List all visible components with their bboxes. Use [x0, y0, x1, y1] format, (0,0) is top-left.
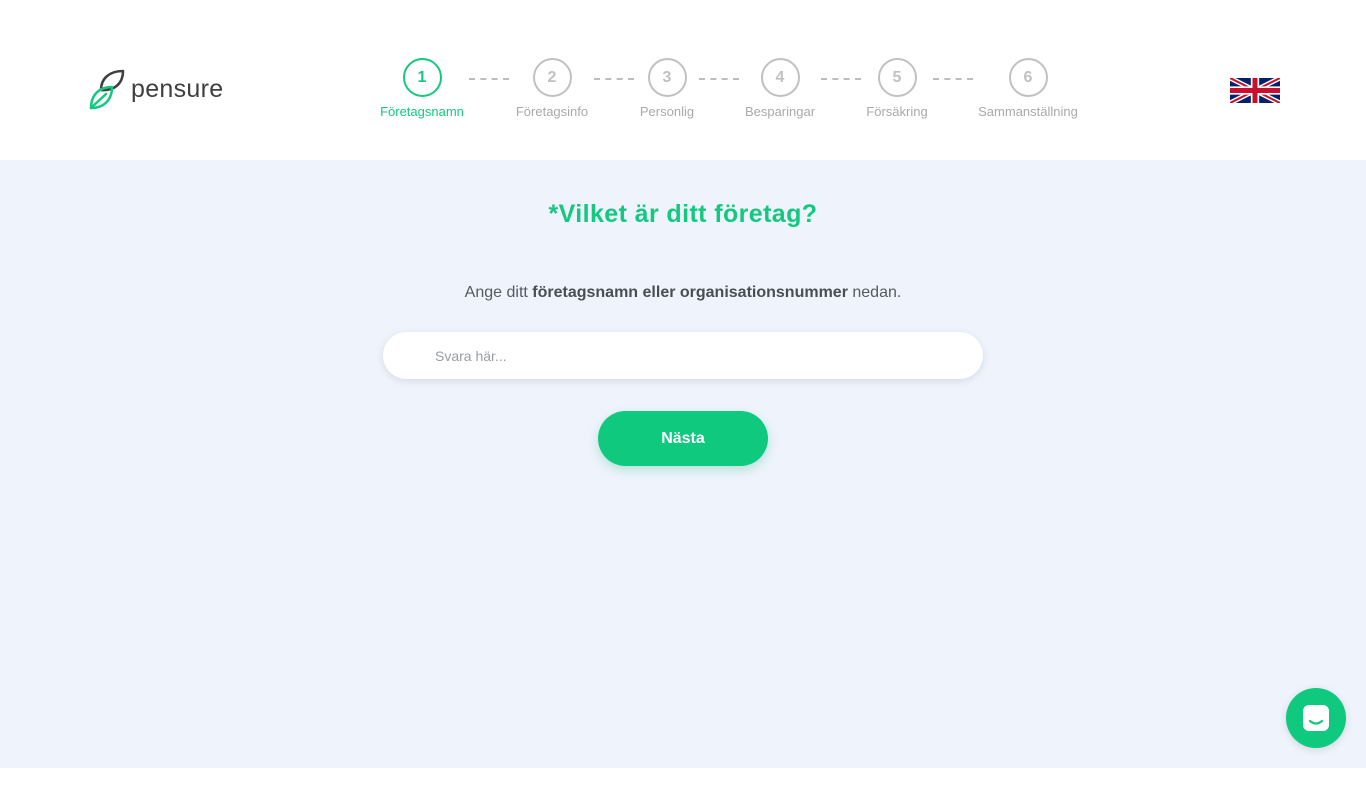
- step-number: 4: [760, 58, 800, 97]
- main-content: *Vilket är ditt företag? Ange ditt föret…: [0, 160, 1366, 768]
- header: pensure 1 Företagsnamn 2 Företagsinfo 3 …: [0, 0, 1366, 160]
- leaf-logo-icon: [89, 69, 125, 110]
- next-button[interactable]: Nästa: [598, 411, 768, 466]
- instruction-post: nedan.: [847, 284, 902, 301]
- brand-name: pensure: [131, 74, 224, 103]
- step-number: 2: [532, 58, 572, 97]
- step-label: Personlig: [639, 104, 695, 119]
- step-label: Besparingar: [744, 104, 816, 119]
- step-number: 6: [1008, 58, 1048, 97]
- step-number: 1: [402, 58, 442, 97]
- step-6-sammanstallning[interactable]: 6 Sammanställning: [958, 58, 1098, 119]
- step-label: Företagsnamn: [380, 104, 464, 119]
- instruction-bold: företagsnamn eller organisationsnummer: [532, 284, 848, 301]
- step-number: 5: [877, 58, 917, 97]
- footer: [0, 768, 1366, 800]
- chat-launcher-button[interactable]: [1286, 688, 1346, 748]
- step-label: Sammanställning: [978, 104, 1078, 119]
- step-5-forsakring[interactable]: 5 Försäkring: [827, 58, 967, 119]
- step-label: Företagsinfo: [515, 104, 589, 119]
- company-search-input[interactable]: [383, 332, 983, 379]
- step-number: 3: [647, 58, 687, 97]
- instruction-text: Ange ditt företagsnamn eller organisatio…: [0, 284, 1366, 302]
- chat-icon: [1303, 705, 1329, 731]
- question-heading: *Vilket är ditt företag?: [548, 200, 818, 228]
- step-1-foretagsnamn[interactable]: 1 Företagsnamn: [352, 58, 492, 119]
- pensure-logo[interactable]: pensure: [88, 68, 223, 110]
- uk-flag-icon[interactable]: [1230, 78, 1280, 103]
- step-label: Försäkring: [866, 104, 928, 119]
- instruction-pre: Ange ditt: [464, 284, 533, 301]
